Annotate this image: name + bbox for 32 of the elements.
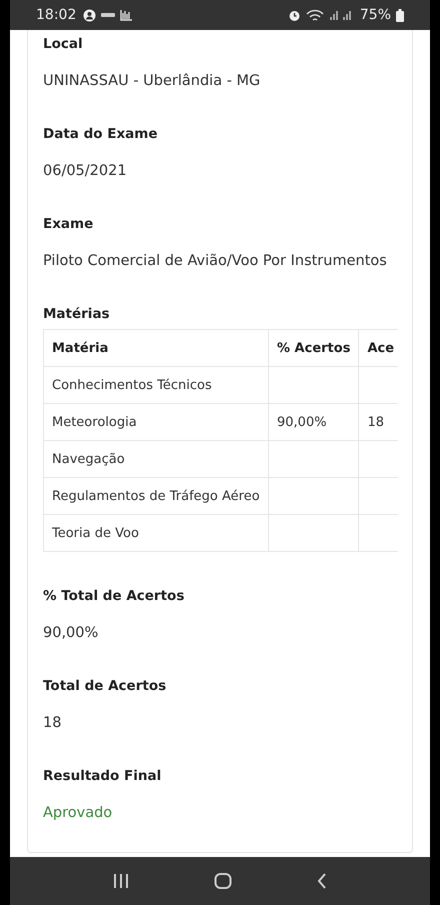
field-label: % Total de Acertos bbox=[43, 587, 186, 606]
column-header: Ace bbox=[358, 330, 398, 366]
field-label: Resultado Final bbox=[43, 767, 162, 786]
wifi-icon bbox=[306, 8, 324, 22]
home-icon[interactable] bbox=[214, 873, 232, 889]
field-value: Aprovado bbox=[43, 804, 114, 823]
column-header: Matéria bbox=[44, 330, 268, 366]
back-icon[interactable] bbox=[316, 873, 328, 889]
field-value: 90,00% bbox=[43, 624, 100, 643]
field-label: Total de Acertos bbox=[43, 677, 168, 696]
table-cell: Conhecimentos Técnicos bbox=[44, 366, 268, 404]
field-value: Piloto Comercial de Avião/Voo Por Instrumentos bbox=[43, 252, 388, 271]
account-icon bbox=[83, 8, 96, 22]
column-header: % Acertos bbox=[268, 330, 359, 366]
field-value: UNINASSAU - Uberlândia - MG bbox=[43, 72, 262, 91]
table-cell: Regulamentos de Tráfego Aéreo bbox=[44, 478, 268, 514]
field-label: Data do Exame bbox=[43, 125, 158, 144]
field-label: Exame bbox=[43, 215, 94, 234]
table-cell: Meteorologia bbox=[44, 404, 268, 440]
field-label: Local bbox=[43, 35, 84, 54]
table-cell: Navegação bbox=[44, 440, 268, 478]
table-cell: Teoria de Voo bbox=[44, 514, 268, 552]
chart-icon bbox=[120, 9, 134, 21]
recent-apps-icon[interactable] bbox=[112, 873, 130, 889]
battery-icon bbox=[396, 8, 404, 22]
table-cell: 90,00% bbox=[268, 404, 359, 440]
alarm-icon bbox=[288, 8, 301, 22]
field-value: 06/05/2021 bbox=[43, 162, 128, 181]
battery-level: 75% bbox=[360, 7, 391, 23]
field-value: 18 bbox=[43, 714, 62, 733]
field-label: Matérias bbox=[43, 305, 111, 324]
clock: 18:02 bbox=[36, 7, 76, 23]
